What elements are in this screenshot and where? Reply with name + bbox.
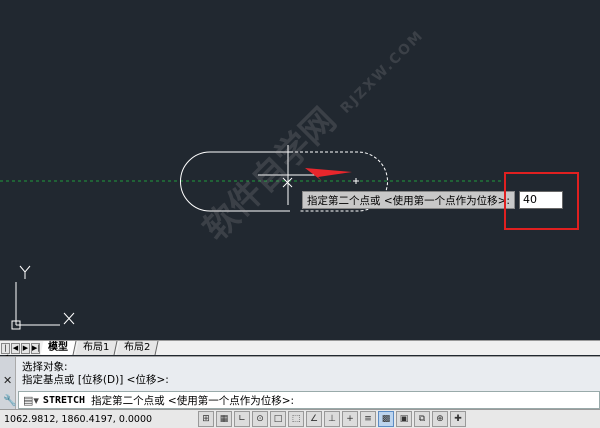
lineweight-icon[interactable]: ≡ bbox=[360, 411, 376, 427]
ucs-x-glyph bbox=[63, 312, 75, 325]
osnap-icon[interactable]: □ bbox=[270, 411, 286, 427]
current-command-name: STRETCH bbox=[42, 394, 86, 406]
quickprops-icon[interactable]: ▣ bbox=[396, 411, 412, 427]
selection-cycling-icon[interactable]: ⧉ bbox=[414, 411, 430, 427]
command-history: 选择对象: 指定基点或 [位移(D)] <位移>: bbox=[22, 361, 169, 387]
polar-icon[interactable]: ⊙ bbox=[252, 411, 268, 427]
tab-first-button[interactable]: |◀ bbox=[1, 342, 10, 361]
ortho-icon[interactable]: ∟ bbox=[234, 411, 250, 427]
snap-icon[interactable]: ⊞ bbox=[198, 411, 214, 427]
annotation-highlight-box bbox=[504, 172, 579, 230]
coordinate-readout: 1062.9812, 1860.4197, 0.0000 bbox=[4, 413, 153, 425]
layout-tab-bar: |◀ ◀ ▶ ▶| 模型 布局1 布局2 bbox=[0, 340, 600, 361]
tab-layout2[interactable]: 布局2 bbox=[116, 341, 160, 355]
otrack-icon[interactable]: ∠ bbox=[306, 411, 322, 427]
history-line: 指定基点或 [位移(D)] <位移>: bbox=[22, 374, 169, 386]
plus-icon[interactable]: ✚ bbox=[450, 411, 466, 427]
target-point-marker bbox=[353, 178, 359, 184]
tab-last-button[interactable]: ▶| bbox=[31, 342, 40, 354]
transparency-icon[interactable]: ▩ bbox=[378, 411, 394, 427]
ucs-y-glyph bbox=[19, 265, 31, 279]
history-line: 选择对象: bbox=[22, 361, 68, 373]
dyn-icon[interactable]: + bbox=[342, 411, 358, 427]
tab-model[interactable]: 模型 bbox=[40, 341, 77, 355]
close-icon[interactable]: ✕ bbox=[3, 374, 12, 387]
drawing-canvas[interactable]: 软件自学网 RJZXW.COM 指定第二个点或 <使用第一个点作为位移>: 40 bbox=[0, 0, 600, 340]
tab-layout1[interactable]: 布局1 bbox=[75, 341, 118, 355]
ducs-icon[interactable]: ⊥ bbox=[324, 411, 340, 427]
command-window: ✕ 🔧 选择对象: 指定基点或 [位移(D)] <位移>: ▤▾ STRETCH… bbox=[0, 356, 600, 410]
3dosnap-icon[interactable]: ⬚ bbox=[288, 411, 304, 427]
tab-prev-button[interactable]: ◀ bbox=[11, 342, 20, 354]
wrench-icon[interactable]: 🔧 bbox=[3, 394, 17, 407]
current-command-prompt: 指定第二个点或 <使用第一个点作为位移>: bbox=[91, 394, 295, 407]
annotation-monitor-icon[interactable]: ⊕ bbox=[432, 411, 448, 427]
grid-icon[interactable]: ▦ bbox=[216, 411, 232, 427]
command-icon[interactable]: ▤▾ bbox=[23, 394, 39, 407]
command-line-input[interactable]: ▤▾ STRETCH 指定第二个点或 <使用第一个点作为位移>: bbox=[18, 391, 600, 409]
tab-next-button[interactable]: ▶ bbox=[21, 342, 30, 354]
command-window-grip[interactable]: ✕ 🔧 bbox=[0, 357, 17, 410]
status-bar: 1062.9812, 1860.4197, 0.0000 ⊞ ▦ ∟ ⊙ □ ⬚… bbox=[0, 409, 600, 428]
dynamic-prompt-tooltip: 指定第二个点或 <使用第一个点作为位移>: bbox=[302, 191, 515, 209]
